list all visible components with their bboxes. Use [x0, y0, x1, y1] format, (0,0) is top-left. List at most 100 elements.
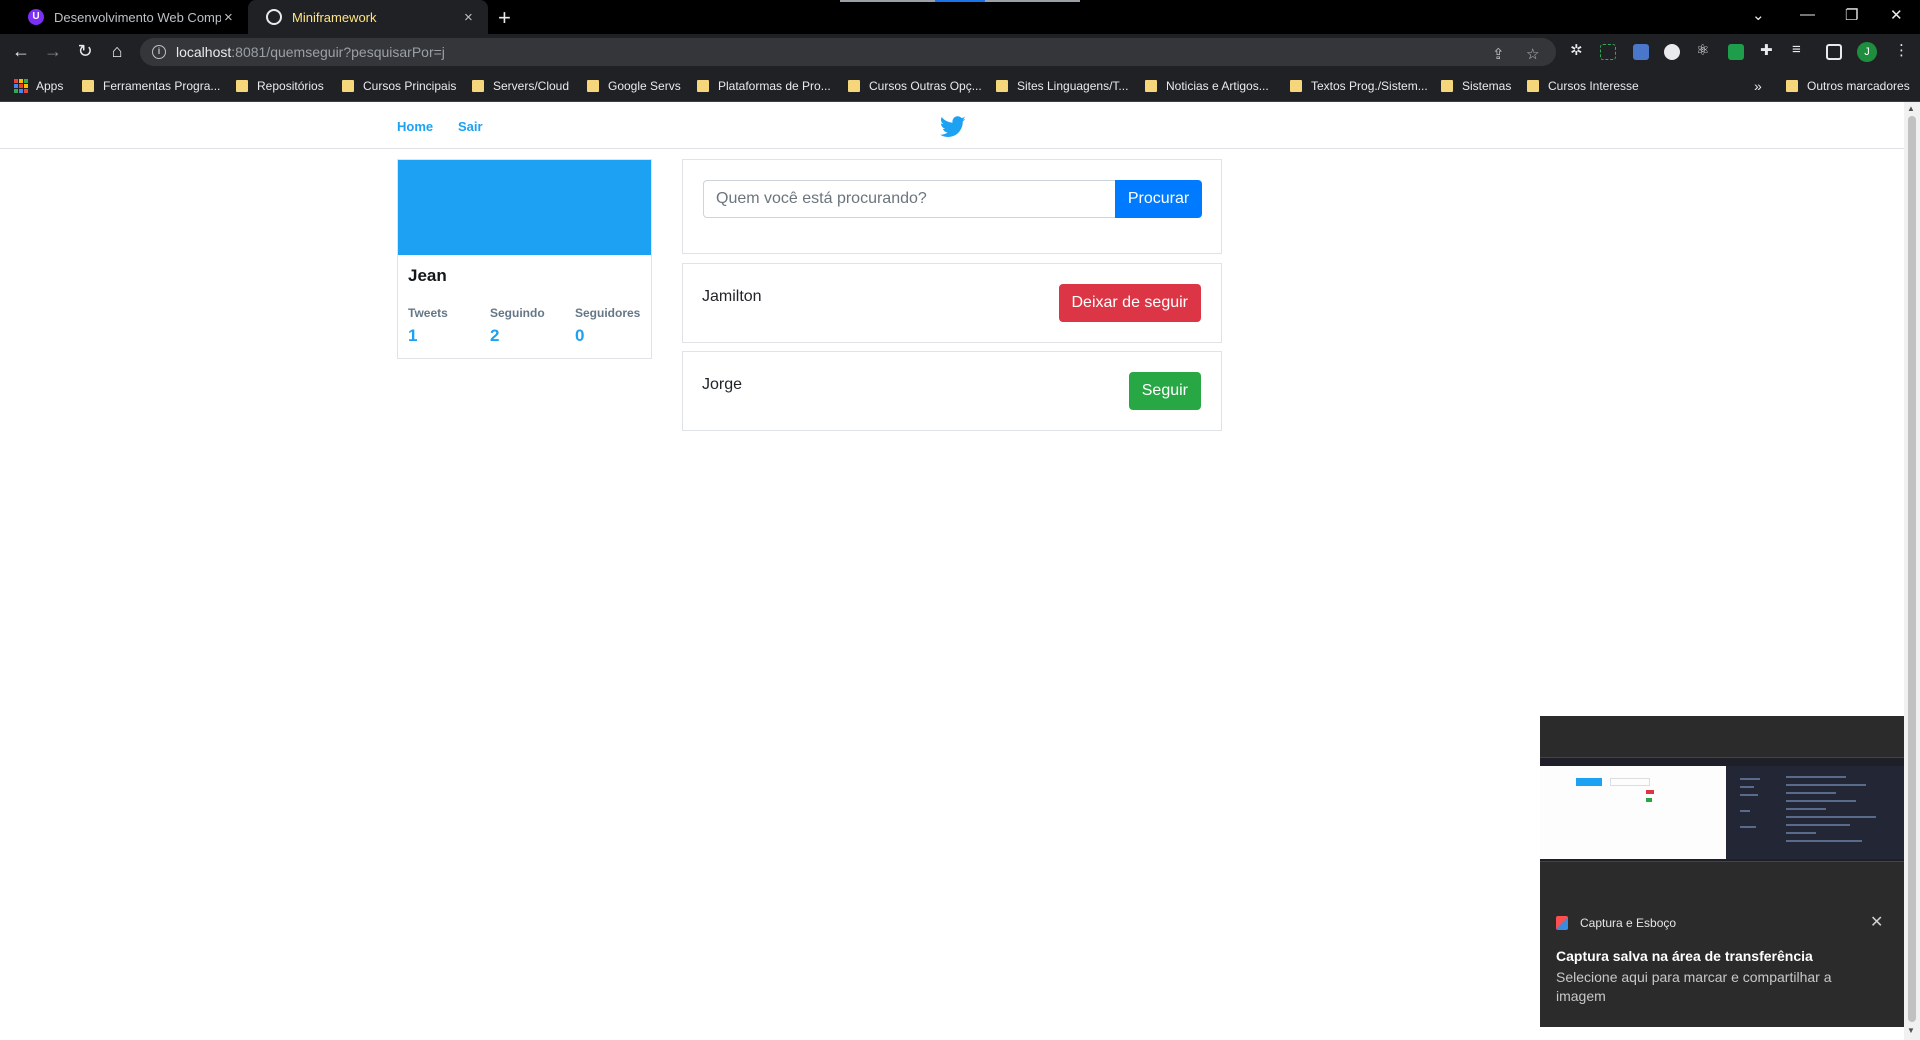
close-icon[interactable]: ×: [461, 9, 476, 26]
folder-icon: [848, 80, 860, 92]
url-host: localhost: [176, 44, 232, 60]
bookmark-label: Cursos Interesse: [1548, 79, 1639, 93]
stat-label: Seguidores: [575, 306, 641, 320]
media-queue-icon[interactable]: ≡: [1792, 41, 1801, 58]
restore-icon[interactable]: ❐: [1845, 6, 1858, 24]
screenshot-thumbnail[interactable]: [1540, 757, 1904, 862]
bookmark-label: Ferramentas Progra...: [103, 79, 221, 93]
bookmarks-overflow-button[interactable]: »: [1754, 70, 1762, 102]
bookmark-folder[interactable]: Sistemas: [1441, 70, 1511, 102]
folder-icon: [1786, 80, 1798, 92]
tab-title: Miniframework: [292, 9, 377, 25]
user-name: Jorge: [702, 376, 743, 393]
theme-extension-icon[interactable]: [1664, 44, 1680, 60]
bookmark-folder[interactable]: Google Servs: [587, 70, 681, 102]
bookmark-folder[interactable]: Cursos Principais: [342, 70, 456, 102]
tab-title: Desenvolvimento Web Completo: [54, 9, 221, 25]
bookmark-label: Plataformas de Pro...: [718, 79, 831, 93]
bookmark-label: Noticias e Artigos...: [1166, 79, 1269, 93]
stat-label: Tweets: [408, 306, 448, 320]
window-close-icon[interactable]: ✕: [1890, 6, 1903, 24]
toast-app-name: Captura e Esboço: [1580, 916, 1677, 930]
translate-extension-icon[interactable]: [1633, 44, 1649, 60]
unfollow-button[interactable]: Deixar de seguir: [1058, 284, 1201, 322]
folder-icon: [1441, 80, 1453, 92]
user-name: Jamilton: [702, 288, 762, 305]
bookmark-label: Repositórios: [257, 79, 324, 93]
bookmark-label: Sites Linguagens/T...: [1017, 79, 1129, 93]
bookmark-folder[interactable]: Sites Linguagens/T...: [996, 70, 1128, 102]
forward-arrow-icon[interactable]: →: [42, 41, 64, 62]
follow-button[interactable]: Seguir: [1128, 372, 1201, 410]
bookmark-label: Cursos Outras Opç...: [869, 79, 982, 93]
thumbnail-browser-pane: [1540, 766, 1726, 859]
scrollbar-thumb[interactable]: [1908, 116, 1916, 1022]
share-icon[interactable]: ⇪: [1492, 45, 1505, 63]
folder-icon: [1527, 80, 1539, 92]
search-card: Procurar: [682, 159, 1222, 254]
bookmark-folder[interactable]: Textos Prog./Sistem...: [1290, 70, 1428, 102]
profile-banner: [398, 160, 651, 255]
bookmark-folder[interactable]: Cursos Outras Opç...: [848, 70, 982, 102]
udemy-icon: U: [28, 9, 44, 25]
green-extension-icon[interactable]: [1728, 44, 1744, 60]
bookmark-label: Outros marcadores: [1807, 79, 1910, 93]
search-button[interactable]: Procurar: [1115, 180, 1202, 218]
minimize-icon[interactable]: —: [1800, 6, 1815, 23]
settings-extension-icon[interactable]: ✲: [1570, 41, 1583, 59]
stat-label: Seguindo: [490, 306, 545, 320]
globe-icon: [266, 9, 282, 25]
bookmark-folder[interactable]: Servers/Cloud: [472, 70, 569, 102]
home-icon[interactable]: ⌂: [106, 41, 128, 62]
bookmark-apps[interactable]: Apps: [14, 70, 63, 102]
page-scrollbar[interactable]: ▲ ▼: [1904, 102, 1920, 1040]
bookmark-star-icon[interactable]: ☆: [1526, 45, 1539, 63]
back-arrow-icon[interactable]: ←: [10, 41, 32, 62]
search-input[interactable]: [703, 180, 1115, 218]
toast-body: Selecione aqui para marcar e compartilha…: [1556, 969, 1832, 1004]
toast-title: Captura salva na área de transferência: [1556, 948, 1813, 964]
address-bar[interactable]: i localhost :8081/quemseguir?pesquisarPo…: [140, 38, 1556, 66]
bookmark-folder[interactable]: Plataformas de Pro...: [697, 70, 831, 102]
stat-tweets: Tweets 1: [408, 306, 448, 346]
browser-tab-active[interactable]: Miniframework ×: [248, 0, 488, 34]
close-icon[interactable]: ✕: [1870, 912, 1883, 932]
menu-kebab-icon[interactable]: ⋮: [1894, 41, 1909, 59]
folder-icon: [1290, 80, 1302, 92]
side-panel-icon[interactable]: [1826, 44, 1842, 60]
bookmark-label: Google Servs: [608, 79, 681, 93]
nav-logout-link[interactable]: Sair: [458, 119, 483, 134]
scroll-down-arrow-icon[interactable]: ▼: [1907, 1026, 1915, 1035]
browser-tab[interactable]: U Desenvolvimento Web Completo ×: [10, 0, 248, 34]
screenshot-extension-icon[interactable]: [1600, 44, 1616, 60]
apps-grid-icon: [14, 79, 28, 93]
bookmark-folder[interactable]: Repositórios: [236, 70, 324, 102]
user-result-card: Jamilton Deixar de seguir: [682, 263, 1222, 343]
tab-search-icon[interactable]: ⌄: [1752, 6, 1765, 24]
profile-avatar[interactable]: J: [1857, 42, 1877, 62]
folder-icon: [697, 80, 709, 92]
snip-notification-toast[interactable]: Captura e Esboço ✕ Captura salva na área…: [1540, 716, 1904, 1027]
nav-home-link[interactable]: Home: [397, 119, 433, 134]
site-info-icon[interactable]: i: [152, 45, 166, 59]
twitter-bird-icon[interactable]: [940, 116, 966, 138]
bookmark-label: Apps: [36, 79, 64, 93]
bookmark-folder[interactable]: Noticias e Artigos...: [1145, 70, 1269, 102]
stat-value: 0: [575, 326, 585, 345]
reload-icon[interactable]: ↻: [74, 41, 96, 62]
bookmark-label: Cursos Principais: [363, 79, 457, 93]
user-result-card: Jorge Seguir: [682, 351, 1222, 431]
new-tab-icon[interactable]: +: [498, 5, 511, 31]
bookmark-folder[interactable]: Cursos Interesse: [1527, 70, 1639, 102]
scroll-up-arrow-icon[interactable]: ▲: [1907, 104, 1915, 113]
react-devtools-icon[interactable]: ⚛: [1696, 41, 1709, 59]
bookmark-folder[interactable]: Ferramentas Progra...: [82, 70, 220, 102]
folder-icon: [342, 80, 354, 92]
bookmark-other[interactable]: Outros marcadores: [1786, 70, 1910, 102]
close-icon[interactable]: ×: [221, 9, 236, 26]
folder-icon: [472, 80, 484, 92]
bookmark-label: Servers/Cloud: [493, 79, 570, 93]
profile-name: Jean: [408, 266, 447, 285]
extensions-puzzle-icon[interactable]: ✚: [1760, 41, 1773, 59]
url-path: :8081/quemseguir?pesquisarPor=j: [231, 44, 445, 60]
